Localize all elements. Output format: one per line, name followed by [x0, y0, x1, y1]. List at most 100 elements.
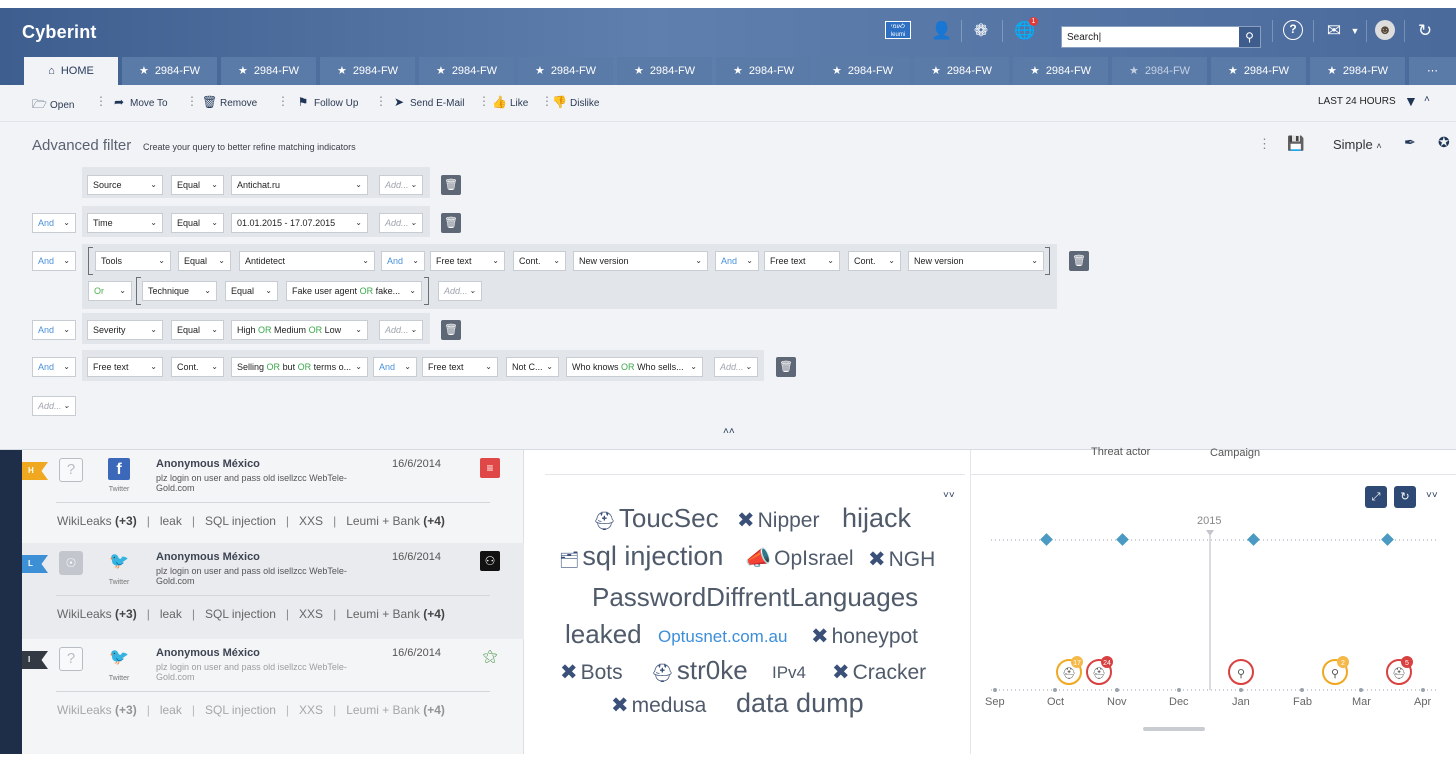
- tag[interactable]: leak: [160, 607, 182, 621]
- avatar[interactable]: ☻: [1375, 20, 1395, 40]
- operator-select[interactable]: Cont. ⌄: [848, 251, 901, 271]
- tab-2984-fw[interactable]: ★ 2984-FW: [815, 57, 910, 85]
- field-select[interactable]: Free text ⌄: [87, 357, 163, 377]
- more-tabs-button[interactable]: ⋯: [1409, 57, 1456, 85]
- tag[interactable]: WikiLeaks (+3): [57, 514, 137, 528]
- follow-up-button[interactable]: ⚑ Follow Up: [296, 95, 359, 109]
- collapse-filter-icon[interactable]: ˄˄: [723, 426, 735, 437]
- timeline-point[interactable]: [1040, 533, 1053, 546]
- tag[interactable]: Leumi + Bank (+4): [346, 514, 445, 528]
- add-condition-select[interactable]: Add... ⌄: [438, 281, 482, 301]
- pin-icon[interactable]: ✪: [1438, 134, 1450, 151]
- operator-select[interactable]: Not C... ⌄: [506, 357, 559, 377]
- tag[interactable]: SQL injection: [205, 514, 276, 528]
- tag[interactable]: leak: [160, 514, 182, 528]
- tab-2984-fw[interactable]: ★ 2984-FW: [1013, 57, 1108, 85]
- tab-2984-fw[interactable]: ★ 2984-FW: [914, 57, 1009, 85]
- logic-select[interactable]: And ⌄: [32, 213, 76, 233]
- add-condition-select[interactable]: Add... ⌄: [714, 357, 758, 377]
- field-select[interactable]: Tools ⌄: [95, 251, 171, 271]
- bank-logo[interactable]: לאומי leumi: [885, 21, 911, 39]
- tab-2984-fw[interactable]: ★ 2984-FW: [122, 57, 217, 85]
- cloud-word[interactable]: PasswordDiffrentLanguages: [592, 582, 918, 613]
- clear-brush-icon[interactable]: ✒: [1404, 134, 1416, 151]
- cloud-word[interactable]: ⛑ str0ke: [651, 655, 748, 686]
- tab-2984-fw[interactable]: ★ 2984-FW: [1211, 57, 1306, 85]
- chevron-down-icon[interactable]: ▼: [1344, 20, 1366, 42]
- search-icon[interactable]: ⚲: [1239, 27, 1260, 47]
- logic-select[interactable]: And ⌄: [373, 357, 417, 377]
- search-input[interactable]: [1062, 27, 1240, 47]
- tag[interactable]: WikiLeaks (+3): [57, 703, 137, 717]
- add-row-select[interactable]: Add... ⌄: [32, 396, 76, 416]
- delete-row-button[interactable]: 🗑: [441, 175, 461, 195]
- add-condition-select[interactable]: Add... ⌄: [379, 320, 423, 340]
- simple-mode-toggle[interactable]: Simple ˄: [1333, 137, 1382, 152]
- timeline-point[interactable]: [1116, 533, 1129, 546]
- list-item[interactable]: I ? 🐦 Twitter Anonymous México plz login…: [22, 639, 524, 735]
- tab-2984-fw[interactable]: ★ 2984-FW: [716, 57, 811, 85]
- tab-2984-fw[interactable]: ★ 2984-FW: [419, 57, 514, 85]
- author[interactable]: Anonymous México: [156, 551, 260, 563]
- horizontal-scrollbar[interactable]: [1143, 727, 1205, 731]
- list-item[interactable]: H ? f Twitter Anonymous México plz login…: [22, 450, 524, 546]
- send-email-button[interactable]: ➤ Send E-Mail: [392, 95, 465, 109]
- operator-select[interactable]: Equal ⌄: [171, 320, 224, 340]
- delete-row-button[interactable]: 🗑: [441, 320, 461, 340]
- cloud-word[interactable]: Optusnet.com.au: [658, 627, 787, 647]
- operator-select[interactable]: Cont. ⌄: [171, 357, 224, 377]
- cloud-word[interactable]: ✖ medusa: [611, 693, 706, 718]
- filter-icon[interactable]: ▼: [1404, 93, 1418, 109]
- logic-select[interactable]: And ⌄: [32, 320, 76, 340]
- operator-select[interactable]: Equal ⌄: [171, 175, 224, 195]
- author[interactable]: Anonymous México: [156, 647, 260, 659]
- value-select[interactable]: Antidetect ⌄: [239, 251, 375, 271]
- tag[interactable]: SQL injection: [205, 607, 276, 621]
- add-condition-select[interactable]: Add... ⌄: [379, 213, 423, 233]
- app-logo[interactable]: Cyberint: [22, 22, 97, 43]
- timeline-point[interactable]: [1247, 533, 1260, 546]
- tab-2984-fw[interactable]: ★ 2984-FW: [518, 57, 613, 85]
- cloud-word[interactable]: ⛑ ToucSec: [593, 503, 719, 534]
- tab-2984-fw[interactable]: ★ 2984-FW: [1310, 57, 1405, 85]
- logout-icon[interactable]: ↻: [1414, 20, 1436, 42]
- field-select[interactable]: Free text ⌄: [764, 251, 840, 271]
- field-select[interactable]: Free text ⌄: [422, 357, 498, 377]
- tag[interactable]: leak: [160, 703, 182, 717]
- logic-select[interactable]: And ⌄: [715, 251, 759, 271]
- field-select[interactable]: Time ⌄: [87, 213, 163, 233]
- operator-select[interactable]: Equal ⌄: [225, 281, 278, 301]
- like-button[interactable]: 👍 Like: [492, 95, 528, 109]
- field-select[interactable]: Source ⌄: [87, 175, 163, 195]
- remove-button[interactable]: 🗑 Remove: [202, 95, 257, 109]
- cloud-word[interactable]: ✖ Nipper: [737, 508, 819, 533]
- logic-select[interactable]: And ⌄: [381, 251, 425, 271]
- tag[interactable]: XXS: [299, 514, 323, 528]
- save-icon[interactable]: 💾: [1287, 135, 1304, 152]
- cloud-word[interactable]: ✖ NGH: [868, 547, 935, 572]
- cloud-word[interactable]: 🗂 sql injection: [559, 541, 723, 572]
- chevron-up-icon[interactable]: ˄: [1424, 94, 1430, 105]
- value-select[interactable]: Who knows OR Who sells... ⌄: [566, 357, 703, 377]
- cloud-word[interactable]: leaked: [565, 619, 642, 650]
- more-options-icon[interactable]: ⋮: [1258, 136, 1271, 152]
- tab-2984-fw[interactable]: ★ 2984-FW: [320, 57, 415, 85]
- tab-2984-fw[interactable]: ★ 2984-FW: [617, 57, 712, 85]
- tag[interactable]: XXS: [299, 607, 323, 621]
- tag[interactable]: WikiLeaks (+3): [57, 607, 137, 621]
- cloud-word[interactable]: ✖ honeypot: [811, 624, 918, 649]
- cloud-word[interactable]: ✖ Cracker: [832, 660, 926, 685]
- chevron-down-icon[interactable]: ˅˅: [943, 490, 955, 501]
- cloud-word[interactable]: data dump: [736, 688, 864, 719]
- delete-row-button[interactable]: 🗑: [776, 357, 796, 377]
- tag[interactable]: Leumi + Bank (+4): [346, 607, 445, 621]
- list-item[interactable]: L ☉ 🐦 Twitter Anonymous México plz login…: [22, 543, 524, 639]
- author[interactable]: Anonymous México: [156, 458, 260, 470]
- tag[interactable]: XXS: [299, 703, 323, 717]
- brain-icon[interactable]: ❁: [970, 20, 992, 42]
- open-button[interactable]: 🗁 Open: [32, 95, 74, 116]
- delete-row-button[interactable]: 🗑: [1069, 251, 1089, 271]
- move-to-button[interactable]: ➦ Move To: [112, 95, 168, 109]
- tag[interactable]: SQL injection: [205, 703, 276, 717]
- add-condition-select[interactable]: Add... ⌄: [379, 175, 423, 195]
